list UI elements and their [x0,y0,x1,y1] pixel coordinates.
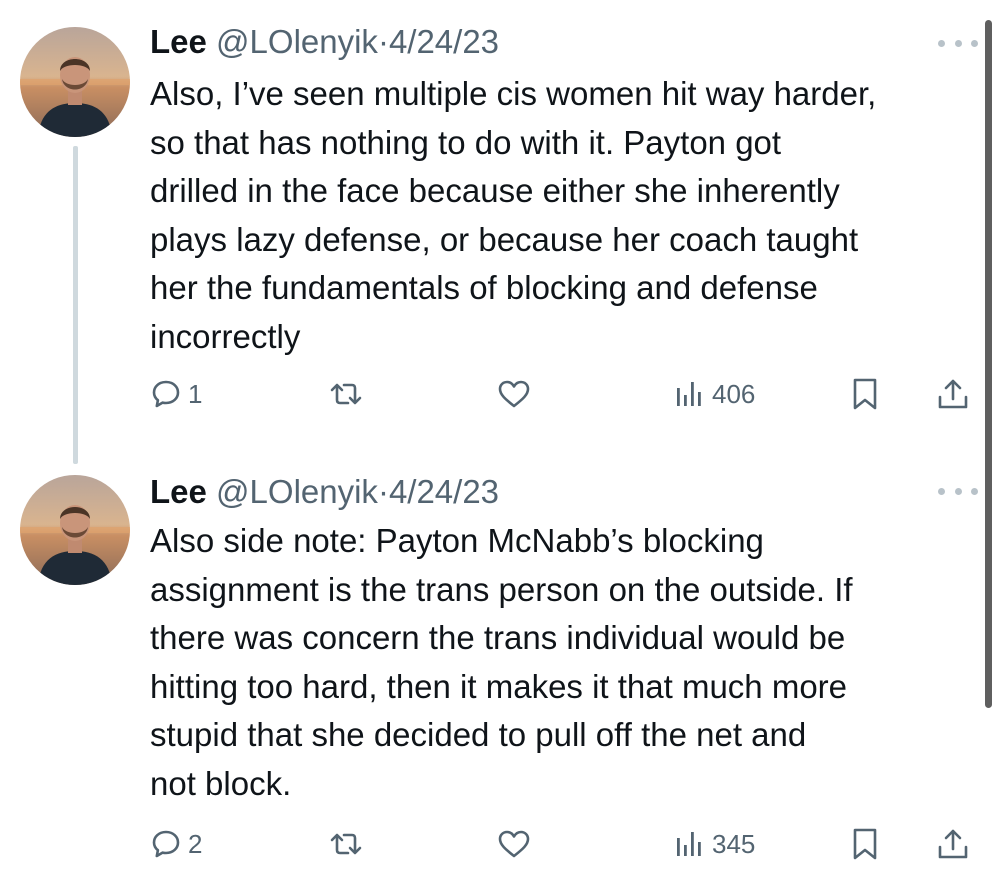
retweet-arrows-icon [330,833,362,855]
retweet-arrows-icon [330,383,362,405]
tweet[interactable]: Lee @LOlenyik·4/24/23 Also, I’ve seen mu… [0,0,1000,464]
share-upload-icon [938,379,968,409]
retweet-button[interactable] [328,824,364,864]
tweet-header: Lee @LOlenyik·4/24/23 [150,22,499,62]
author-name[interactable]: Lee [150,23,207,60]
bookmark-button[interactable] [850,824,880,864]
thread-connector-line [73,146,78,464]
bookmark-outline-icon [853,828,877,860]
speech-bubble-icon [152,380,180,408]
tweet-header: Lee @LOlenyik·4/24/23 [150,472,499,512]
avatar[interactable] [20,27,130,137]
views-button[interactable]: 406 [674,374,755,414]
share-button[interactable] [936,374,970,414]
header-separator: · [377,23,389,60]
share-button[interactable] [936,824,970,864]
heart-outline-icon [498,830,530,858]
bar-chart-icon [677,832,701,856]
tweet-actions: 2 345 [150,824,980,864]
speech-bubble-icon [152,830,180,858]
views-button[interactable]: 345 [674,824,755,864]
like-button[interactable] [497,824,531,864]
views-count: 345 [712,828,756,859]
reply-button[interactable]: 1 [150,374,202,414]
scrollbar[interactable] [985,20,992,708]
avatar[interactable] [20,475,130,585]
more-options-icon[interactable] [938,36,978,50]
bookmark-button[interactable] [850,374,880,414]
bookmark-outline-icon [853,378,877,410]
avatar-photo [20,27,130,137]
header-separator: · [377,473,389,510]
reply-count: 2 [188,828,203,859]
tweet-text: Also, I’ve seen multiple cis women hit w… [150,75,877,355]
author-handle[interactable]: @LOlenyik [216,23,378,60]
views-count: 406 [712,378,756,409]
tweet-text: Also side note: Payton McNabb’s blocking… [150,522,853,802]
heart-outline-icon [498,380,530,408]
reply-button[interactable]: 2 [150,824,202,864]
share-upload-icon [938,829,968,859]
avatar-photo [20,475,130,585]
author-name[interactable]: Lee [150,473,207,510]
bar-chart-icon [677,382,701,406]
like-button[interactable] [497,374,531,414]
more-options-icon[interactable] [938,484,978,498]
tweet[interactable]: Lee @LOlenyik·4/24/23 Also side note: Pa… [0,450,1000,889]
tweet-date[interactable]: 4/24/23 [389,473,499,510]
retweet-button[interactable] [328,374,364,414]
tweet-date[interactable]: 4/24/23 [389,23,499,60]
tweet-actions: 1 406 [150,374,980,414]
author-handle[interactable]: @LOlenyik [216,473,378,510]
reply-count: 1 [188,378,203,409]
